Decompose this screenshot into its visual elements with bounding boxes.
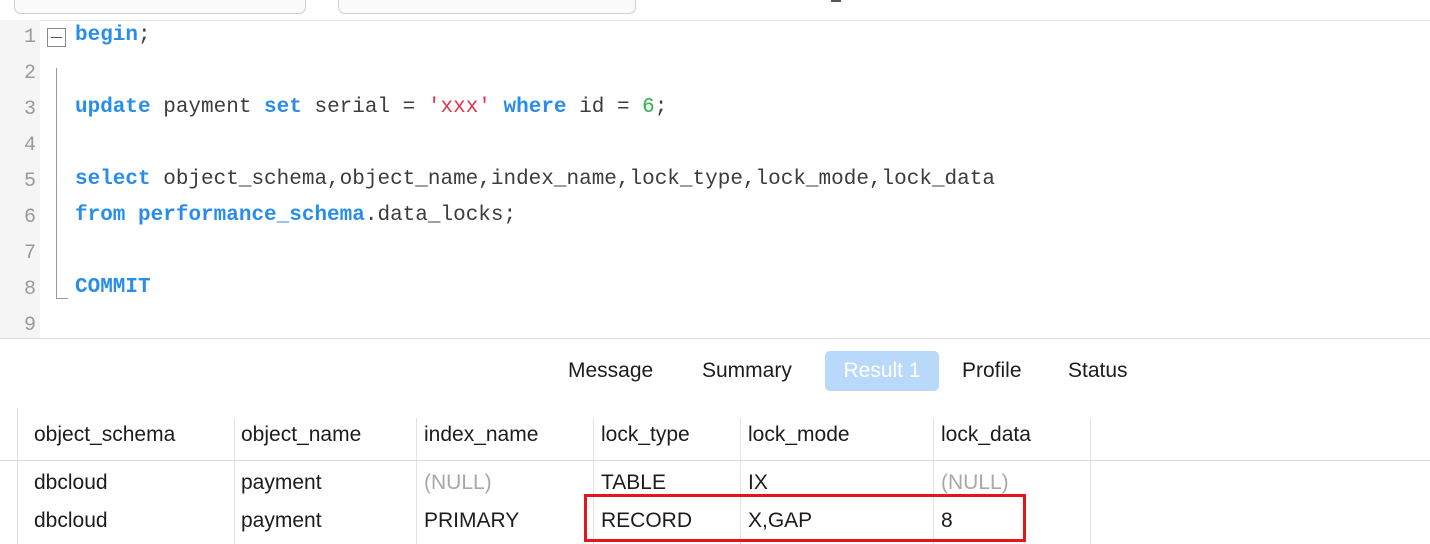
- line-number: 6: [23, 206, 36, 229]
- code-text[interactable]: begin;: [75, 24, 151, 47]
- table-cell[interactable]: X,GAP: [748, 509, 812, 533]
- tab-summary[interactable]: Summary: [702, 351, 792, 391]
- table-cell[interactable]: TABLE: [601, 471, 666, 495]
- header-separator: [0, 460, 1430, 461]
- column-divider[interactable]: [1090, 418, 1091, 544]
- column-header-lock-mode[interactable]: lock_mode: [748, 423, 850, 447]
- fold-guide-line: [56, 68, 57, 298]
- table-cell-null[interactable]: (NULL): [941, 471, 1009, 495]
- table-cell[interactable]: PRIMARY: [424, 509, 519, 533]
- line-number: 8: [23, 278, 36, 301]
- code-line[interactable]: 7: [0, 236, 1430, 272]
- table-cell[interactable]: 8: [941, 509, 953, 533]
- top-toolbar-strip: [0, 0, 1430, 21]
- code-line[interactable]: 4: [0, 128, 1430, 164]
- code-text[interactable]: from performance_schema.data_locks;: [75, 204, 516, 227]
- result-tabs-bar: Message Summary Result 1 Profile Status: [0, 338, 1430, 410]
- code-token: begin: [75, 24, 139, 47]
- table-cell-null[interactable]: (NULL): [424, 471, 492, 495]
- tab-message[interactable]: Message: [568, 351, 653, 391]
- fold-toggle-icon[interactable]: [47, 28, 66, 47]
- line-number: 4: [23, 134, 36, 157]
- line-number: 1: [23, 26, 36, 49]
- line-number: 2: [23, 62, 36, 85]
- column-divider[interactable]: [740, 418, 741, 544]
- code-token: where: [503, 96, 567, 119]
- code-token: 'xxx': [427, 96, 491, 119]
- column-header-object-name[interactable]: object_name: [241, 423, 361, 447]
- result-grid[interactable]: object_schema object_name index_name loc…: [0, 408, 1430, 544]
- code-token: serial =: [301, 96, 428, 119]
- table-cell[interactable]: RECORD: [601, 509, 692, 533]
- table-cell[interactable]: dbcloud: [34, 509, 108, 533]
- code-line[interactable]: 5 select object_schema,object_name,index_…: [0, 164, 1430, 200]
- code-token: update: [75, 96, 151, 119]
- code-text[interactable]: update payment set serial = 'xxx' where …: [75, 96, 667, 119]
- toolbar-control-right[interactable]: [338, 0, 636, 14]
- tab-result-1[interactable]: Result 1: [825, 351, 939, 391]
- tab-status[interactable]: Status: [1068, 351, 1128, 391]
- code-line[interactable]: 3 update payment set serial = 'xxx' where…: [0, 92, 1430, 128]
- fold-guide-end: [56, 298, 68, 299]
- column-divider[interactable]: [933, 418, 934, 544]
- code-token: from: [75, 204, 126, 227]
- code-token: set: [264, 96, 302, 119]
- column-divider[interactable]: [234, 418, 235, 544]
- column-header-object-schema[interactable]: object_schema: [34, 423, 175, 447]
- code-token: id =: [566, 96, 643, 119]
- table-cell[interactable]: payment: [241, 471, 322, 495]
- column-header-lock-data[interactable]: lock_data: [941, 423, 1031, 447]
- code-token: payment: [150, 96, 265, 119]
- code-line[interactable]: 6 from performance_schema.data_locks;: [0, 200, 1430, 236]
- column-divider[interactable]: [593, 418, 594, 544]
- code-text[interactable]: select object_schema,object_name,index_n…: [75, 168, 995, 191]
- code-token: performance_schema: [138, 204, 365, 227]
- code-line[interactable]: 2: [0, 56, 1430, 92]
- line-number: 5: [23, 170, 36, 193]
- code-token: .data_locks;: [364, 204, 517, 227]
- line-number: 9: [23, 314, 36, 337]
- code-token: ;: [654, 96, 668, 119]
- table-cell[interactable]: dbcloud: [34, 471, 108, 495]
- toolbar-marker: [831, 0, 841, 2]
- code-token: COMMIT: [75, 276, 151, 299]
- grid-left-border: [17, 408, 18, 544]
- code-token: select: [75, 168, 151, 191]
- column-divider[interactable]: [416, 418, 417, 544]
- code-text[interactable]: COMMIT: [75, 276, 151, 299]
- code-token: object_schema,object_name,index_name,loc…: [150, 168, 995, 191]
- line-number: 3: [23, 98, 36, 121]
- code-line[interactable]: 8 COMMIT: [0, 272, 1430, 308]
- table-cell[interactable]: payment: [241, 509, 322, 533]
- code-token: ;: [138, 24, 151, 47]
- table-cell[interactable]: IX: [748, 471, 768, 495]
- tab-profile[interactable]: Profile: [962, 351, 1022, 391]
- sql-editor[interactable]: 1 begin; 2 3 update payment set serial = 'xx…: [0, 20, 1430, 338]
- toolbar-control-left[interactable]: [14, 0, 306, 14]
- code-line[interactable]: 1 begin;: [0, 20, 1430, 56]
- code-token: 6: [642, 96, 655, 119]
- column-header-index-name[interactable]: index_name: [424, 423, 538, 447]
- line-number: 7: [23, 242, 36, 265]
- column-header-lock-type[interactable]: lock_type: [601, 423, 690, 447]
